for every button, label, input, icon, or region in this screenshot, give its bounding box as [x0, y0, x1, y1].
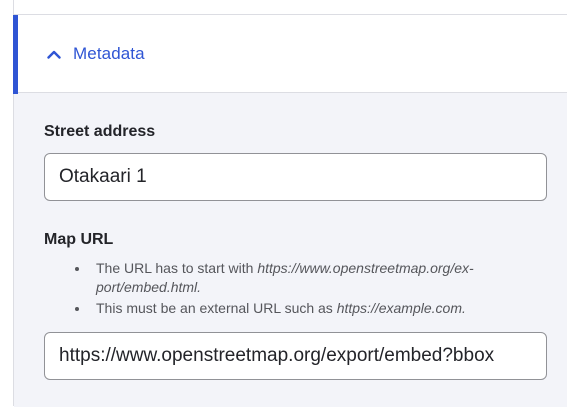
description-item: The URL has to start with https://www.op…	[75, 259, 547, 297]
metadata-content: Street address Map URL The URL has to st…	[14, 93, 567, 380]
description-item: This must be an external URL such as htt…	[75, 299, 547, 318]
street-address-label: Street address	[44, 123, 156, 140]
chevron-up-icon	[47, 47, 61, 61]
street-address-input[interactable]	[44, 153, 547, 201]
map-url-field: Map URL The URL has to start with https:…	[44, 231, 547, 380]
metadata-summary-toggle[interactable]: Metadata	[13, 15, 567, 94]
street-address-field: Street address	[44, 123, 547, 201]
metadata-details: Metadata Street address Map URL The URL …	[13, 14, 567, 407]
map-url-label: Map URL	[44, 231, 114, 248]
map-url-input[interactable]	[44, 332, 547, 380]
metadata-summary-label: Metadata	[73, 43, 145, 63]
top-strip	[0, 0, 567, 14]
map-url-description: The URL has to start with https://www.op…	[44, 259, 547, 318]
